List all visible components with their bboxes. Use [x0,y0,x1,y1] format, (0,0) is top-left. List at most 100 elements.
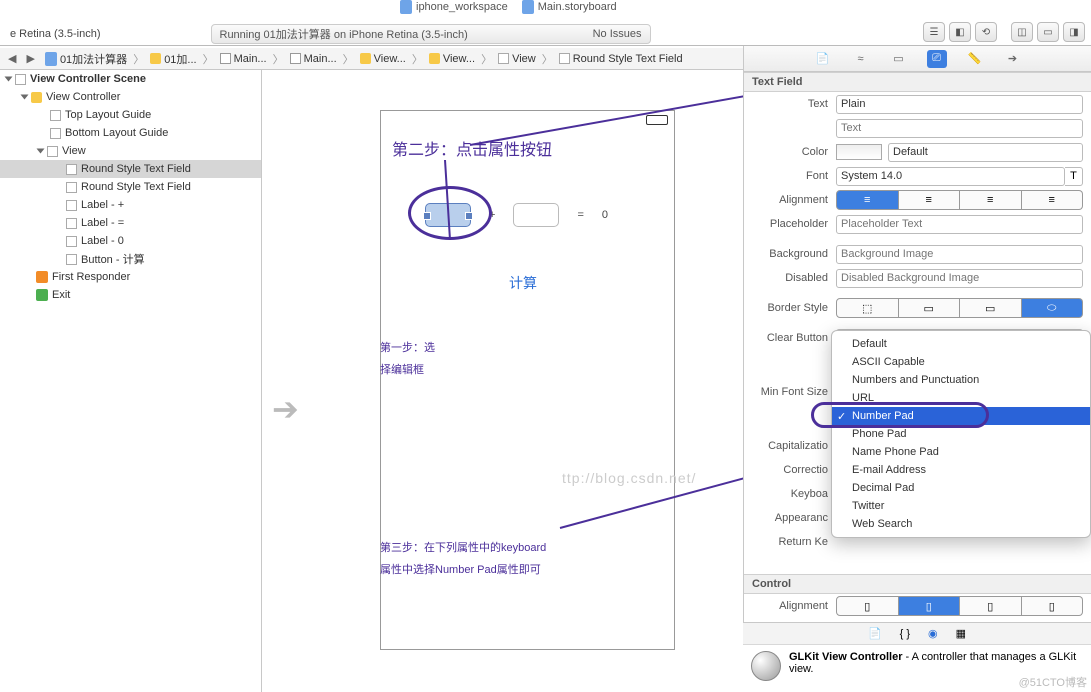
text-field[interactable] [836,119,1083,138]
vc-icon [429,53,440,64]
editor-version-button[interactable]: ⟲ [975,22,997,42]
font-picker-button[interactable]: T [1065,167,1083,186]
workspace-tab[interactable]: iphone_workspace [400,0,508,14]
outline-item[interactable]: Label - 0 [0,232,261,250]
crumb-seg[interactable]: 01加法计算器 [41,51,131,67]
dropdown-option-selected[interactable]: Number Pad [832,407,1090,425]
crumb-seg[interactable]: View... [425,53,479,65]
run-status-text: Running 01加法计算器 on iPhone Retina (3.5-in… [220,26,468,42]
lib-tab-file[interactable]: 📄 [868,627,882,640]
outline-scene[interactable]: View Controller Scene [0,70,261,88]
crumb-seg[interactable]: 01加... [146,51,200,67]
crumb-seg[interactable]: View [494,53,540,65]
crumb-fwd[interactable]: ▶ [22,52,38,65]
button-icon [66,254,77,265]
outline-first-responder[interactable]: First Responder [0,268,261,286]
storyboard-tab[interactable]: Main.storyboard [522,0,617,14]
file-icon [220,53,231,64]
crumb-seg[interactable]: View... [356,53,410,65]
field-icon [559,53,570,64]
outline-item[interactable]: Label - + [0,196,261,214]
dropdown-option[interactable]: Name Phone Pad [832,443,1090,461]
outline-item[interactable]: Bottom Layout Guide [0,124,261,142]
panel-right-button[interactable]: ◨ [1063,22,1085,42]
placeholder-label: Placeholder [744,218,836,230]
font-field[interactable] [836,167,1065,186]
file-icon [290,53,301,64]
dropdown-option[interactable]: Twitter [832,497,1090,515]
attributes-inspector-tab[interactable]: ⎚ [927,50,947,68]
outline-item[interactable]: Button - 计算 [0,250,261,268]
storyboard-icon [522,0,534,14]
view-icon [498,53,509,64]
lib-tab-objects[interactable]: ◉ [928,627,938,640]
crumb-seg[interactable]: Main... [216,53,271,65]
canvas[interactable]: ➔ + = 0 计算 第二步：点击属性按钮 第一步：选择编辑框 第三步：在下列属… [262,70,743,692]
outline-view[interactable]: View [0,142,261,160]
size-inspector-tab[interactable]: 📏 [965,50,985,68]
dropdown-option[interactable]: ASCII Capable [832,353,1090,371]
disclosure-icon [37,149,45,154]
minfont-label: Min Font Size [744,386,836,398]
lib-tab-code[interactable]: { } [900,628,910,640]
control-header: Control [744,574,1091,594]
align-left-button[interactable]: ≡ [836,190,899,210]
label-icon [66,200,77,211]
quick-help-tab[interactable]: ≈ [851,50,871,68]
align-right-button[interactable]: ≡ [960,190,1022,210]
panel-left-button[interactable]: ◫ [1011,22,1033,42]
scene-icon [15,74,26,85]
outline-vc[interactable]: View Controller [0,88,261,106]
background-field[interactable] [836,245,1083,264]
align-justify-button[interactable]: ≡ [1022,190,1084,210]
alignment-segmented[interactable]: ≡≡≡≡ [836,190,1083,210]
run-status-bar: Running 01加法计算器 on iPhone Retina (3.5-in… [211,24,651,44]
border-line-button[interactable]: ▭ [899,298,961,318]
background-label: Background [744,248,836,260]
calc-button[interactable]: 计算 [509,273,537,293]
text-mode-select[interactable] [836,95,1083,114]
field-icon [66,182,77,193]
h-align-3[interactable]: ▯ [960,596,1022,616]
outline-item[interactable]: Top Layout Guide [0,106,261,124]
dropdown-option[interactable]: Default [832,335,1090,353]
outline-item[interactable]: Label - = [0,214,261,232]
border-style-segmented[interactable]: ⬚▭▭⬭ [836,298,1083,318]
color-select[interactable] [888,143,1083,162]
outline-item[interactable]: Round Style Text Field [0,178,261,196]
ctrl-alignment-segmented[interactable]: ▯▯▯▯ [836,596,1083,616]
crumb-seg[interactable]: Main... [286,53,341,65]
file-inspector-tab[interactable]: 📄 [813,50,833,68]
border-none-button[interactable]: ⬚ [836,298,899,318]
text-field-2[interactable] [513,203,559,227]
dropdown-option[interactable]: Numbers and Punctuation [832,371,1090,389]
dropdown-option[interactable]: E-mail Address [832,461,1090,479]
h-align-2[interactable]: ▯ [899,596,961,616]
placeholder-field[interactable] [836,215,1083,234]
keyboard-dropdown[interactable]: Default ASCII Capable Numbers and Punctu… [831,330,1091,538]
border-rounded-button[interactable]: ⬭ [1022,298,1084,318]
dropdown-option[interactable]: Decimal Pad [832,479,1090,497]
lib-tab-media[interactable]: ▦ [956,627,966,640]
panel-bottom-button[interactable]: ▭ [1037,22,1059,42]
editor-standard-button[interactable]: ☰ [923,22,945,42]
identity-inspector-tab[interactable]: ▭ [889,50,909,68]
editor-assistant-button[interactable]: ◧ [949,22,971,42]
step2-annotation: 第二步：点击属性按钮 [392,140,552,162]
align-center-button[interactable]: ≡ [899,190,961,210]
border-bezel-button[interactable]: ▭ [960,298,1022,318]
dropdown-option[interactable]: Phone Pad [832,425,1090,443]
dropdown-option[interactable]: URL [832,389,1090,407]
outline-exit[interactable]: Exit [0,286,261,304]
result-label: 0 [602,209,608,221]
crumb-seg[interactable]: Round Style Text Field [555,53,687,65]
crumb-back[interactable]: ◀ [4,52,20,65]
disabled-bg-field[interactable] [836,269,1083,288]
h-align-4[interactable]: ▯ [1022,596,1084,616]
dropdown-option[interactable]: Web Search [832,515,1090,533]
color-well[interactable] [836,144,882,160]
exit-icon [36,289,48,301]
connections-inspector-tab[interactable]: ➔ [1003,50,1023,68]
outline-item-selected[interactable]: Round Style Text Field [0,160,261,178]
h-align-1[interactable]: ▯ [836,596,899,616]
